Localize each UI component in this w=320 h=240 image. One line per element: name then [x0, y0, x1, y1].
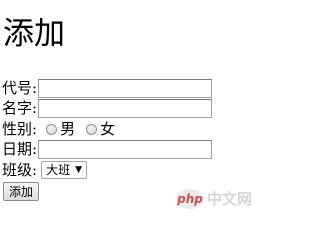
code-row: 代号: — [2, 78, 213, 98]
class-select[interactable]: 大班 ▼ — [41, 161, 87, 179]
gender-female-radio[interactable] — [86, 123, 98, 135]
gender-female-label: 女 — [100, 120, 116, 138]
name-row: 名字: — [2, 98, 213, 118]
gender-row: 性别: 男 女 — [2, 119, 117, 139]
gender-radio-group: 男 女 — [43, 120, 117, 138]
date-row: 日期: — [2, 139, 213, 159]
code-label: 代号: — [2, 79, 38, 97]
date-label: 日期: — [2, 140, 38, 158]
class-label: 班级: — [2, 161, 38, 179]
class-select-value: 大班 — [46, 163, 71, 177]
add-button[interactable]: 添加 — [3, 182, 40, 201]
watermark-text: 中文网 — [206, 190, 252, 208]
code-input[interactable] — [38, 78, 213, 98]
chevron-down-icon: ▼ — [75, 165, 82, 175]
date-input[interactable] — [38, 139, 213, 159]
class-row: 班级: 大班 ▼ — [2, 160, 87, 180]
name-input[interactable] — [38, 98, 213, 118]
php-logo-icon: php — [175, 188, 204, 209]
watermark: php 中文网 — [175, 188, 252, 209]
gender-male-radio[interactable] — [46, 123, 58, 135]
gender-label: 性别: — [2, 120, 38, 138]
name-label: 名字: — [2, 99, 38, 117]
gender-male-label: 男 — [60, 120, 76, 138]
page-title: 添加 — [3, 16, 65, 52]
